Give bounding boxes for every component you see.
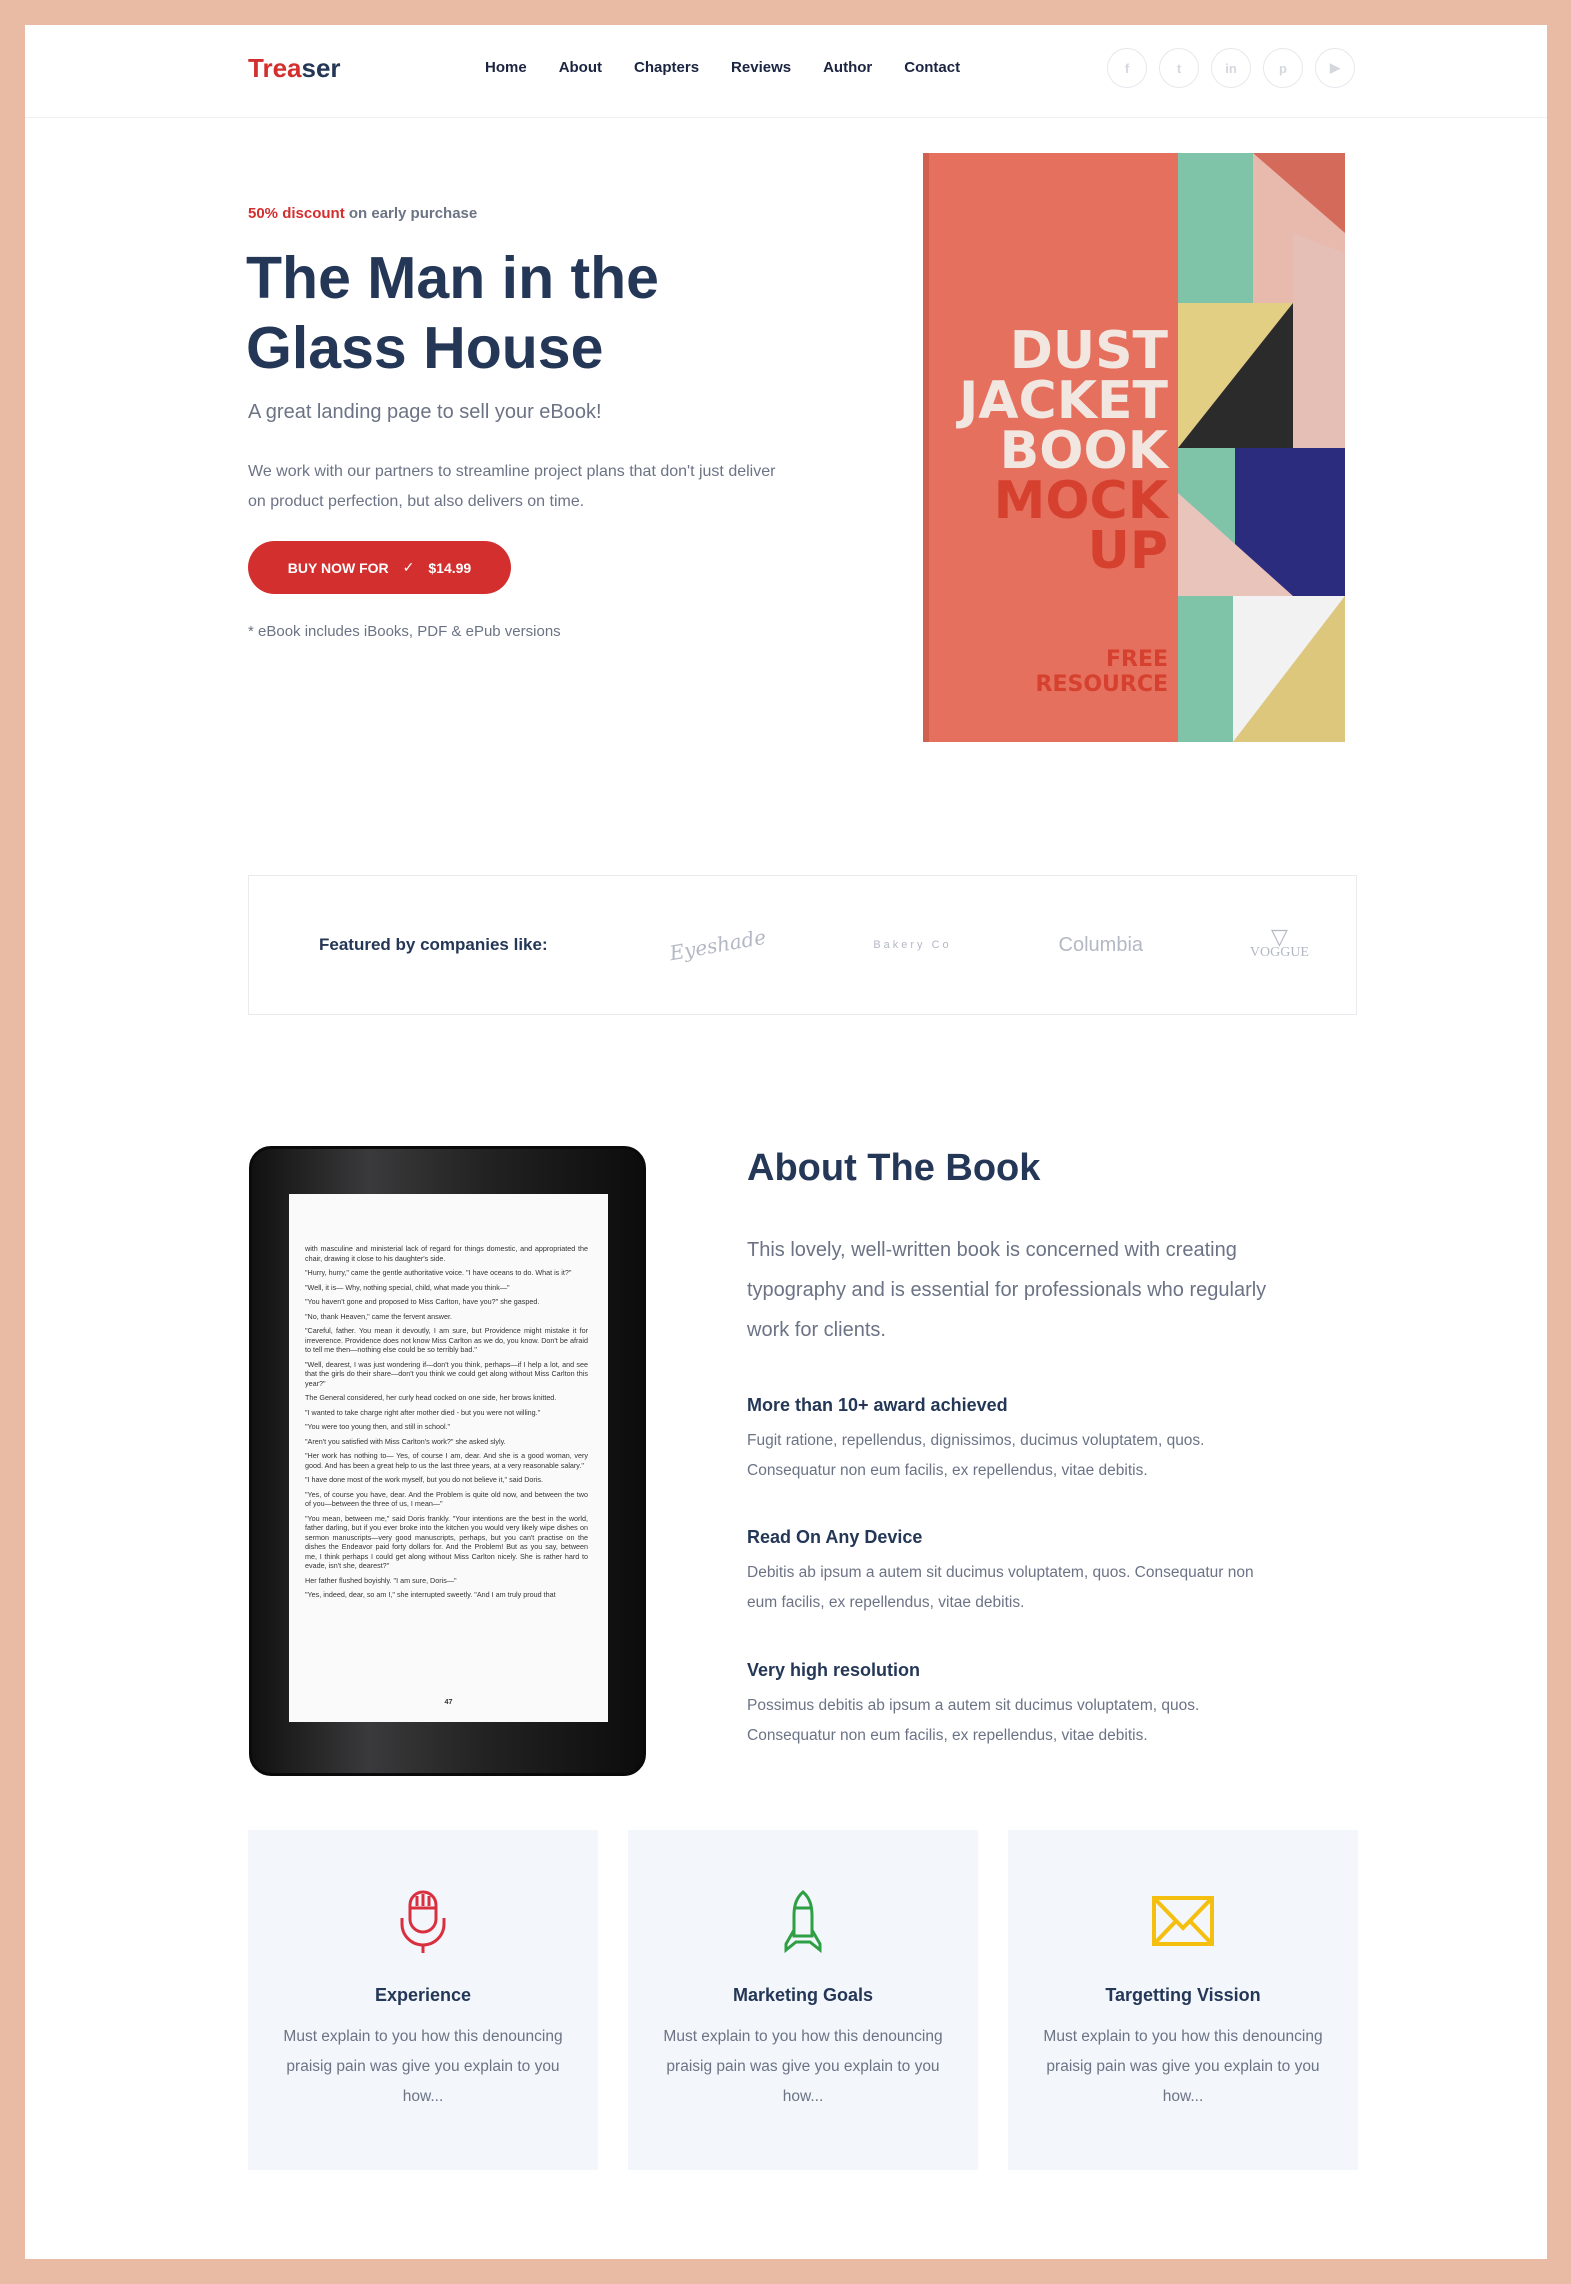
buy-price: $14.99 [428, 559, 472, 576]
tablet-text-line: "You were too young then, and still in s… [305, 1422, 451, 1431]
tablet-text-line: The General considered, her curly head c… [305, 1393, 557, 1402]
hero-subtitle: A great landing page to sell your eBook! [248, 401, 602, 423]
logo-red-part: Trea [248, 53, 302, 83]
cover-text-up: UP [1088, 521, 1168, 581]
feature-text: Possimus debitis ab ipsum a autem sit du… [747, 1697, 1200, 1744]
cover-text-free: FREE [1106, 647, 1168, 672]
hero-paragraph: We work with our partners to streamline … [248, 463, 776, 510]
tablet-text-line: "Her work has nothing to— Yes, of course… [305, 1451, 588, 1470]
card-title: Experience [374, 1985, 472, 2005]
tablet-text-line: "I have done most of the work myself, bu… [305, 1475, 544, 1484]
feature-device: Read On Any Device Debitis ab ipsum a aut… [747, 1527, 1287, 1618]
about-title: About The Book [747, 1147, 1041, 1189]
page-number: 47 [444, 1696, 453, 1706]
landing-page: Treaser Home About Chapters Reviews Auth… [25, 25, 1547, 2259]
feature-text: Debitis ab ipsum a autem sit ducimus vol… [747, 1564, 1254, 1611]
tablet-text-line: "You mean, between me," said Doris frank… [305, 1513, 588, 1571]
tablet-image: with masculine and ministerial lack of r… [249, 1146, 646, 1776]
feature-text: Fugit ratione, repellendus, dignissimos,… [747, 1432, 1205, 1479]
feature-title: More than 10+ award achieved [747, 1395, 1008, 1415]
buy-now-button[interactable]: BUY NOW FOR ✓ $14.99 [248, 541, 511, 594]
logo-dark-part: ser [301, 53, 341, 83]
cover-text-resource: RESOURCE [1036, 672, 1169, 697]
logo-columbia: Columbia [1058, 933, 1144, 956]
tablet-text-line: "No, thank Heaven," came the fervent ans… [305, 1311, 452, 1321]
card-text: Must explain to you how this denouncing … [1043, 2028, 1323, 2105]
pinterest-icon[interactable]: p [1263, 48, 1303, 88]
card-text: Must explain to you how this denouncing … [283, 2028, 563, 2105]
check-icon: ✓ [402, 559, 415, 575]
tablet-text-line: "Careful, father. You mean it devoutly, … [305, 1326, 588, 1354]
company-logos: Eyeshade Bakery Co Columbia ▽ VOGGUE [668, 924, 1309, 966]
card-text: Must explain to you how this denouncing … [663, 2028, 943, 2105]
logo-eyeshade: Eyeshade [667, 924, 768, 966]
rocket-icon [784, 1890, 822, 1954]
tablet-text-line: "Hurry, hurry," came the gentle authorit… [305, 1268, 572, 1277]
main-nav: Home About Chapters Reviews Author Conta… [485, 59, 992, 76]
tablet-text-line: "Yes, of course you have, dear. And the … [305, 1489, 588, 1509]
nav-home[interactable]: Home [485, 59, 527, 76]
nav-about[interactable]: About [559, 59, 602, 76]
featured-label: Featured by companies like: [319, 935, 548, 954]
feature-resolution: Very high resolution Possimus debitis ab … [747, 1660, 1287, 1751]
nav-author[interactable]: Author [823, 59, 872, 76]
buy-label: BUY NOW FOR [287, 559, 389, 576]
logo-bakery: Bakery Co [873, 939, 952, 951]
featured-companies: Featured by companies like: Eyeshade Bak… [248, 875, 1357, 1015]
social-links: f t in p ▶ [1107, 48, 1355, 88]
linkedin-icon[interactable]: in [1211, 48, 1251, 88]
card-title: Targetting Vission [1105, 1985, 1261, 2005]
logo[interactable]: Treaser [248, 53, 341, 84]
feature-awards: More than 10+ award achieved Fugit ration… [747, 1395, 1287, 1486]
tablet-text-line: "I wanted to take charge right after mot… [305, 1407, 541, 1417]
tablet-text-line: Her father flushed boyishly. "I am sure,… [305, 1575, 457, 1585]
discount-rest: on early purchase [344, 205, 478, 222]
nav-reviews[interactable]: Reviews [731, 59, 791, 76]
book-cover-image: DUST JACKET BOOK MOCK UP FREE RESOURCE [923, 153, 1345, 742]
voggue-mark: ▽ [1270, 924, 1288, 949]
logo-voggue: ▽ VOGGUE [1249, 924, 1309, 961]
discount-highlight: 50% discount [248, 205, 345, 222]
card-targetting-vission: Targetting Vission Must explain to you h… [1008, 1830, 1358, 2170]
hero-title: The Man in the Glass House [246, 245, 659, 381]
card-title: Marketing Goals [732, 1985, 874, 2005]
youtube-icon[interactable]: ▶ [1315, 48, 1355, 88]
feature-title: Read On Any Device [747, 1527, 923, 1547]
tablet-text-line: "Aren't you satisfied with Miss Carlton'… [305, 1436, 506, 1446]
tablet-text-line: "Well, dearest, I was just wondering if—… [305, 1359, 588, 1388]
card-experience: Experience Must explain to you how this … [248, 1830, 598, 2170]
tablet-text-line: with masculine and ministerial lack of r… [305, 1244, 588, 1263]
tablet-screen: with masculine and ministerial lack of r… [289, 1194, 608, 1722]
nav-chapters[interactable]: Chapters [634, 59, 699, 76]
tablet-text-line: "You haven't gone and proposed to Miss C… [305, 1297, 540, 1306]
feature-title: Very high resolution [747, 1660, 921, 1680]
format-note: * eBook includes iBooks, PDF & ePub vers… [248, 623, 561, 640]
microphone-icon [400, 1890, 446, 1953]
envelope-icon [1152, 1896, 1214, 1946]
twitter-icon[interactable]: t [1159, 48, 1199, 88]
about-paragraph: This lovely, well-written book is concer… [747, 1239, 1267, 1341]
discount-text: 50% discount on early purchase [248, 205, 477, 222]
card-marketing-goals: Marketing Goals Must explain to you how … [628, 1830, 978, 2170]
voggue-text: VOGGUE [1249, 945, 1309, 960]
facebook-icon[interactable]: f [1107, 48, 1147, 88]
nav-contact[interactable]: Contact [904, 59, 960, 76]
header: Treaser Home About Chapters Reviews Auth… [25, 25, 1547, 118]
tablet-text-line: "Yes, indeed, dear, so am I," she interr… [305, 1590, 556, 1599]
tablet-text-line: "Well, it is— Why, nothing special, chil… [305, 1282, 510, 1292]
